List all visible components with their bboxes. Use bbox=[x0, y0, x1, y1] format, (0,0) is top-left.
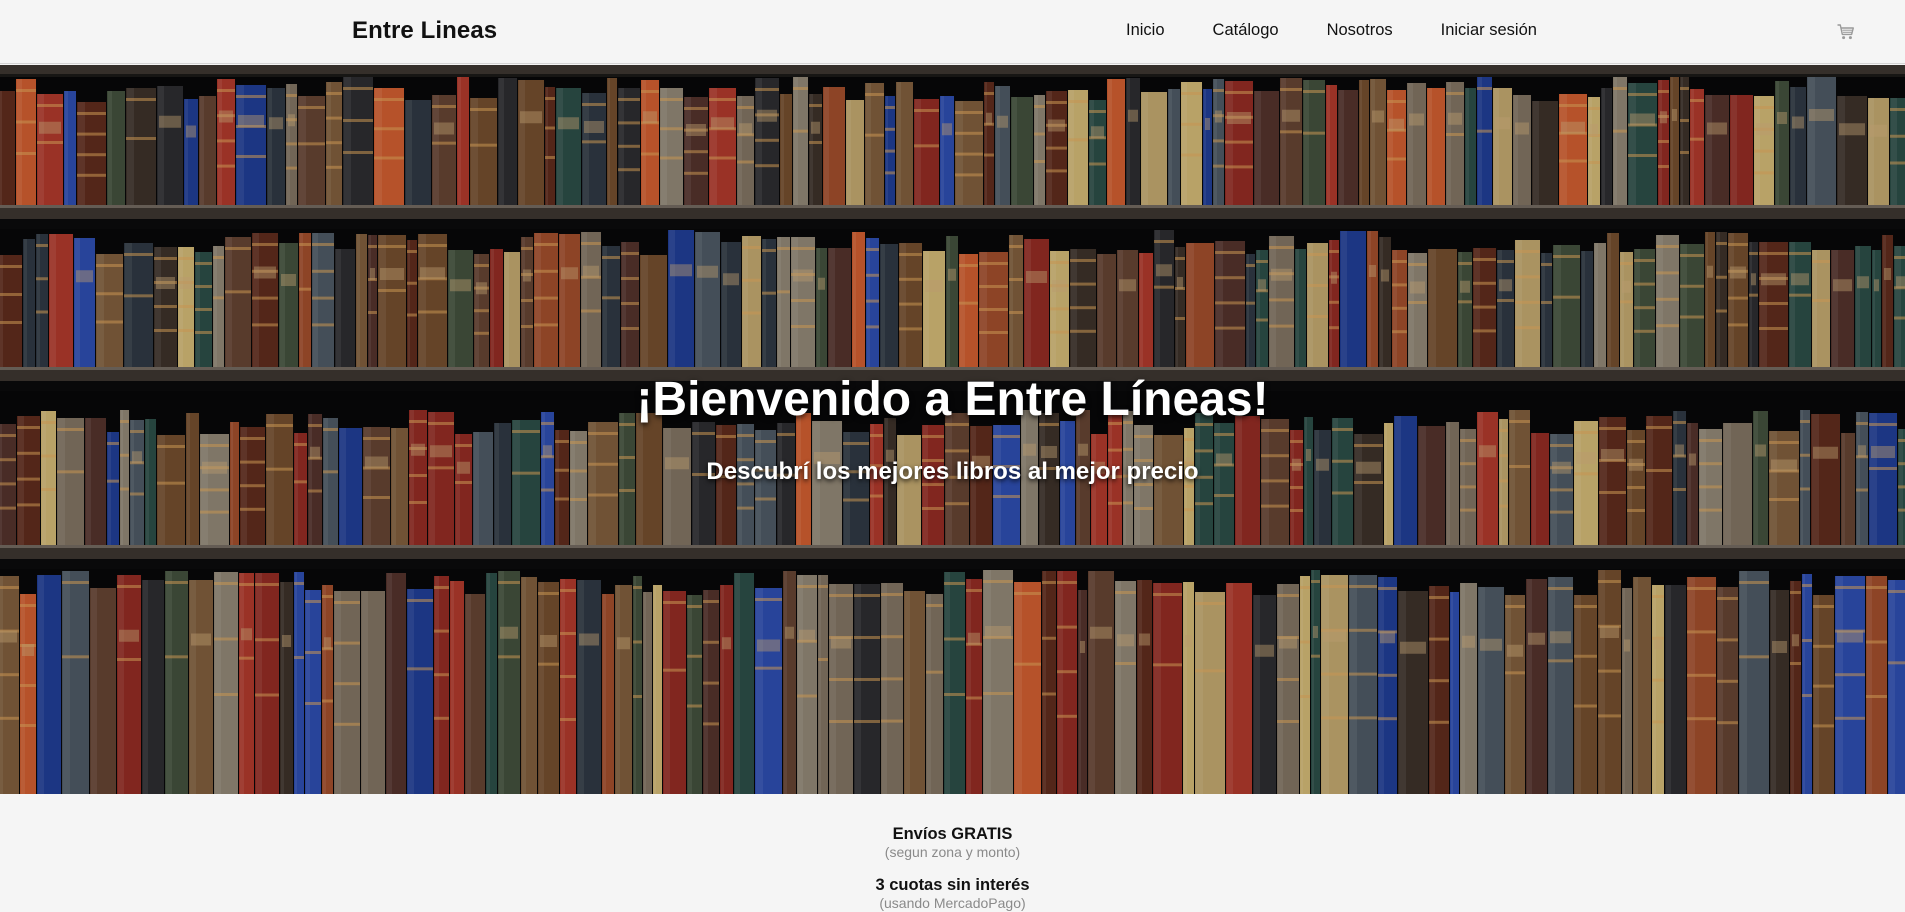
cart-icon[interactable] bbox=[1836, 22, 1856, 42]
benefit-note: (segun zona y monto) bbox=[884, 844, 1021, 860]
benefit-installments: 3 cuotas sin interés (usando MercadoPago… bbox=[0, 876, 1905, 912]
benefits-section: Envíos GRATIS (segun zona y monto) 3 cuo… bbox=[0, 794, 1905, 911]
hero-title: ¡Bienvenido a Entre Líneas! bbox=[636, 373, 1269, 426]
site-header: Entre Lineas Inicio Catálogo Nosotros In… bbox=[0, 0, 1905, 64]
nav-inicio-link[interactable]: Inicio bbox=[1126, 21, 1165, 40]
benefit-title: Envíos GRATIS bbox=[892, 825, 1013, 843]
main-nav: Inicio Catálogo Nosotros Iniciar sesión bbox=[1126, 21, 1537, 40]
benefit-title: 3 cuotas sin interés bbox=[875, 876, 1030, 894]
nav-nosotros-link[interactable]: Nosotros bbox=[1327, 21, 1393, 40]
benefit-note: (usando MercadoPago) bbox=[879, 895, 1026, 911]
brand-logo-link[interactable]: Entre Lineas bbox=[352, 17, 497, 45]
hero-overlay bbox=[0, 65, 1905, 794]
nav-catalogo-link[interactable]: Catálogo bbox=[1213, 21, 1279, 40]
hero-section: ¡Bienvenido a Entre Líneas! Descubrí los… bbox=[0, 65, 1905, 794]
nav-login-link[interactable]: Iniciar sesión bbox=[1441, 21, 1537, 40]
cart-icon-graphic bbox=[1837, 24, 1854, 40]
hero-subtitle: Descubrí los mejores libros al mejor pre… bbox=[706, 458, 1199, 485]
benefit-free-shipping: Envíos GRATIS (segun zona y monto) bbox=[0, 825, 1905, 861]
